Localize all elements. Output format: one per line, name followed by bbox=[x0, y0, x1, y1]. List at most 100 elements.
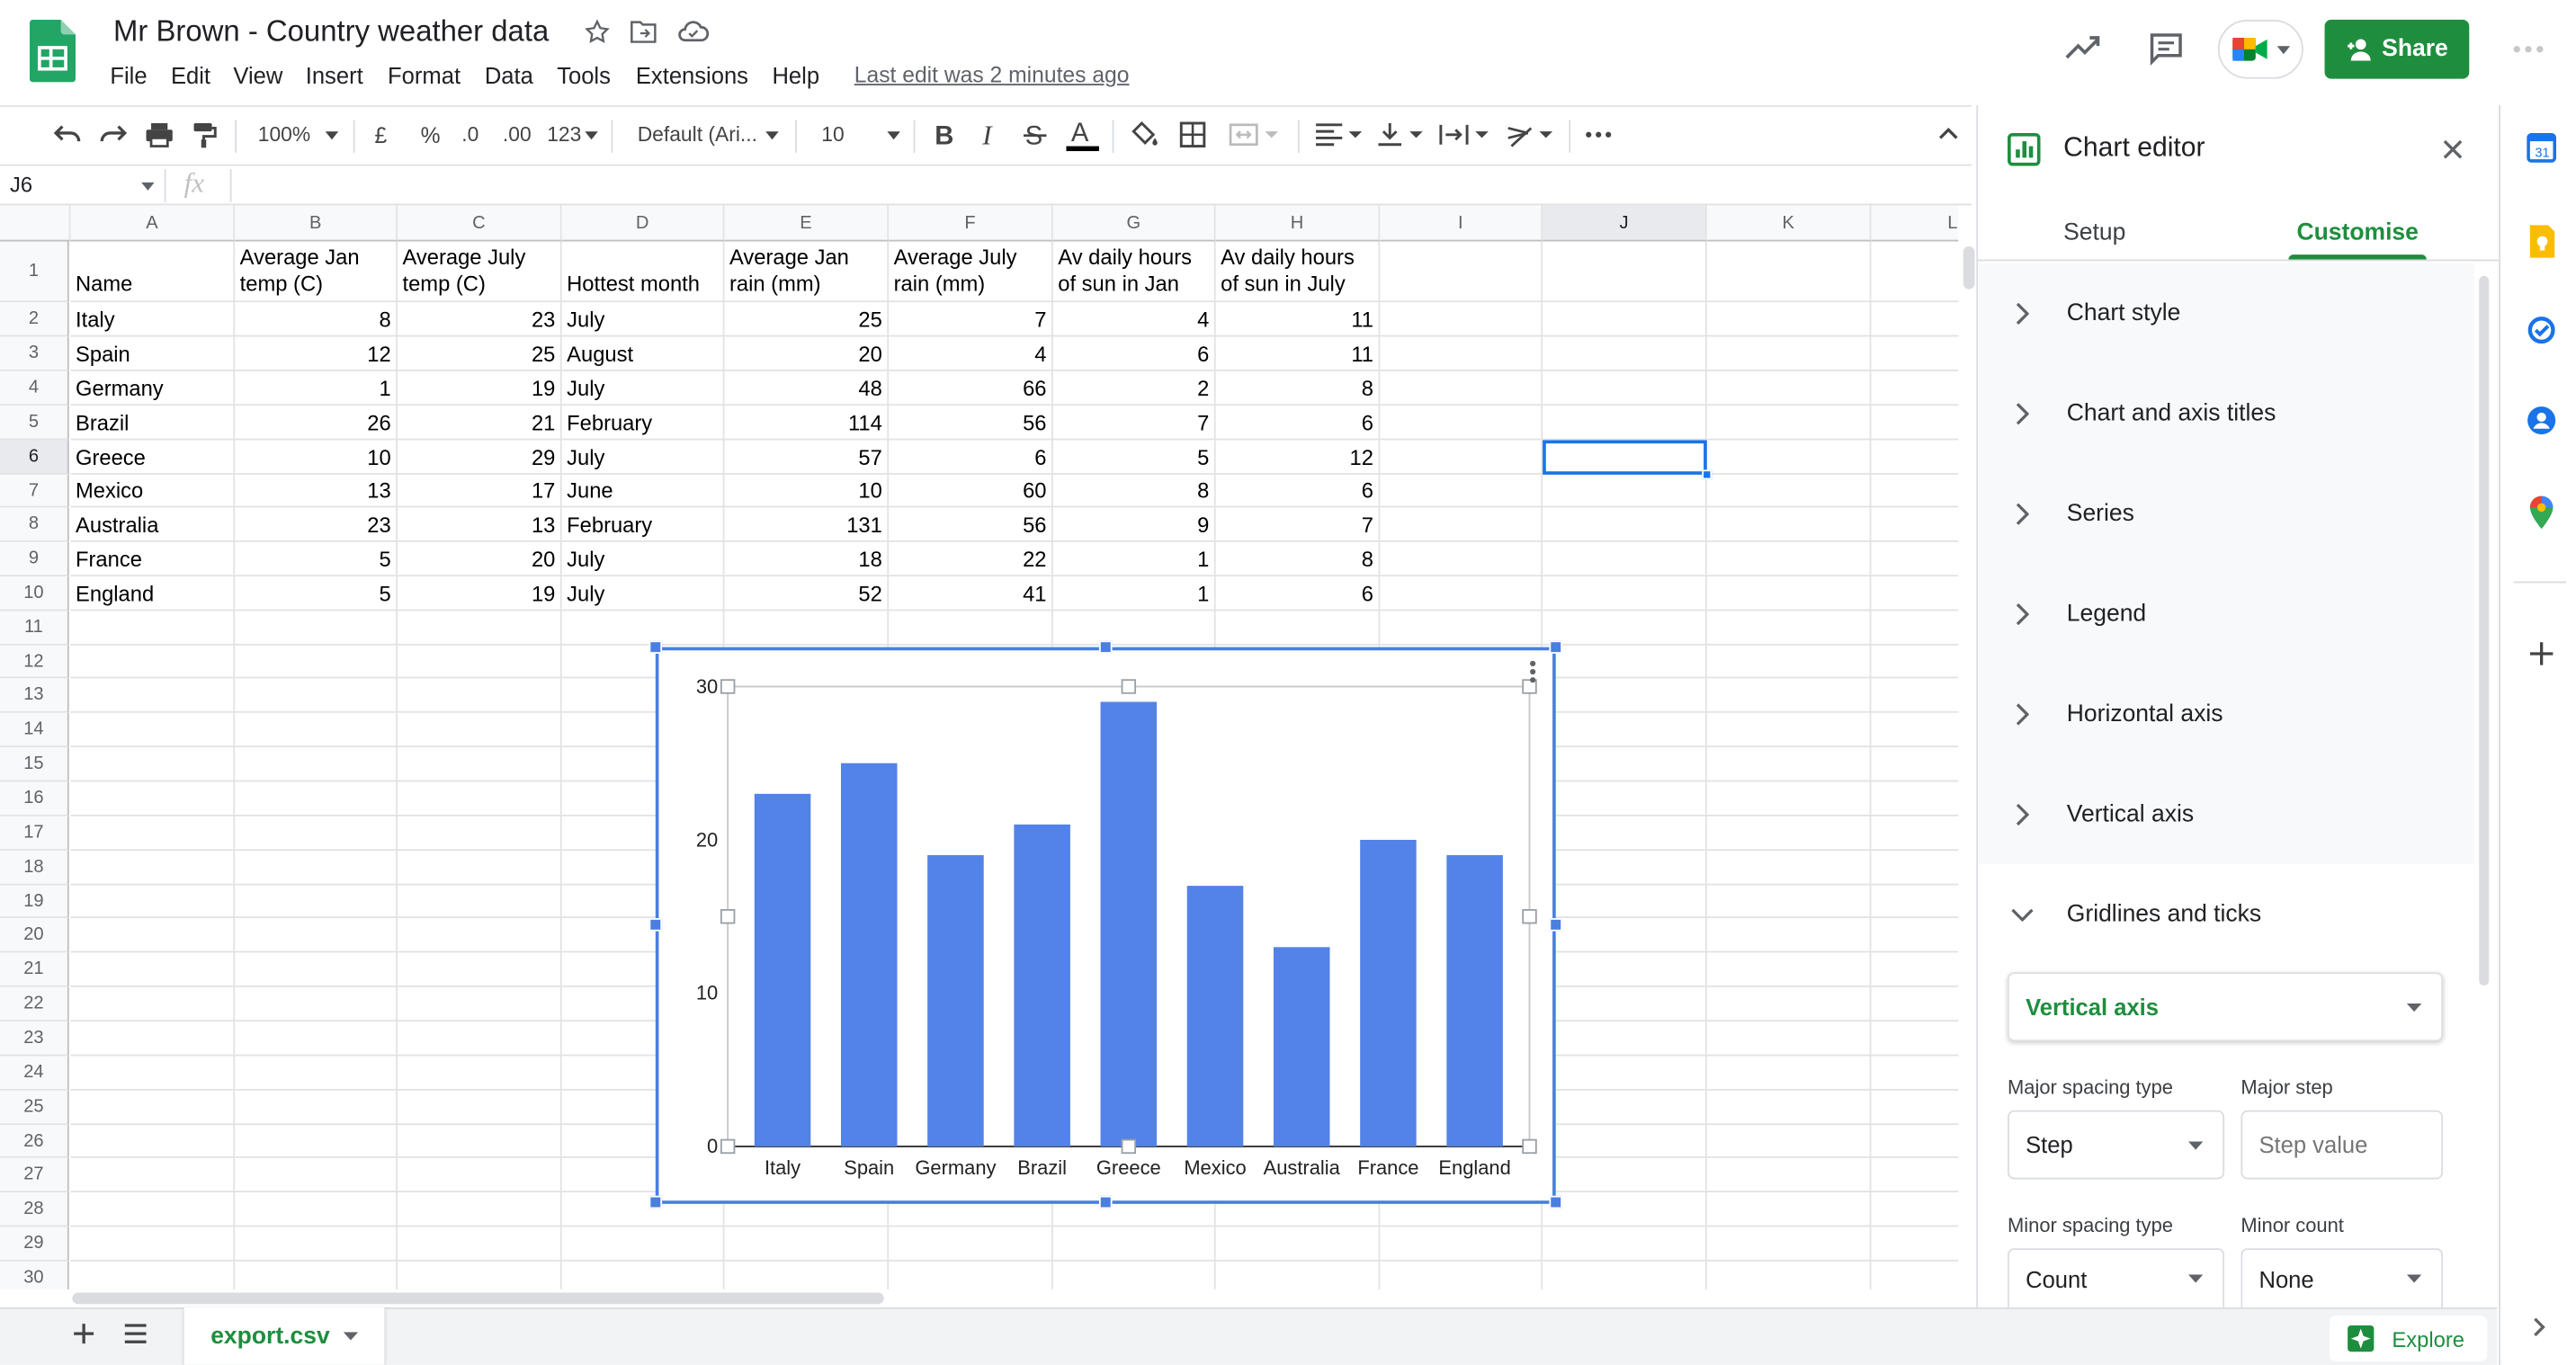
data-cell[interactable]: 66 bbox=[889, 370, 1053, 406]
empty-cell[interactable] bbox=[235, 1056, 398, 1091]
keep-icon[interactable] bbox=[2527, 225, 2556, 258]
empty-cell[interactable] bbox=[1543, 781, 1707, 816]
empty-cell[interactable] bbox=[1871, 302, 1959, 337]
data-cell[interactable]: 23 bbox=[398, 302, 562, 337]
row-header-16[interactable]: 16 bbox=[0, 781, 69, 816]
column-header-b[interactable]: B bbox=[235, 205, 398, 242]
axis-select[interactable]: Vertical axis bbox=[2008, 972, 2444, 1042]
empty-cell[interactable] bbox=[235, 1227, 398, 1262]
empty-cell[interactable] bbox=[1543, 885, 1707, 919]
empty-cell[interactable] bbox=[1380, 406, 1543, 441]
empty-cell[interactable] bbox=[1706, 302, 1872, 337]
data-cell[interactable]: 23 bbox=[235, 507, 398, 542]
header-cell[interactable]: Hottest month bbox=[561, 241, 725, 303]
editor-scroll-thumb[interactable] bbox=[2479, 275, 2490, 986]
row-header-19[interactable]: 19 bbox=[0, 885, 69, 919]
empty-cell[interactable] bbox=[1543, 816, 1707, 852]
row-header-17[interactable]: 17 bbox=[0, 816, 69, 852]
empty-cell[interactable] bbox=[235, 952, 398, 987]
row-header-13[interactable]: 13 bbox=[0, 678, 69, 713]
empty-cell[interactable] bbox=[1052, 611, 1216, 646]
empty-cell[interactable] bbox=[1543, 576, 1707, 611]
empty-cell[interactable] bbox=[1706, 645, 1872, 679]
chart-resize-handle[interactable] bbox=[648, 640, 663, 654]
data-cell[interactable]: Spain bbox=[70, 336, 236, 371]
vertical-align-icon[interactable] bbox=[1377, 121, 1427, 147]
section-gridlines-and-ticks[interactable]: Gridlines and ticks bbox=[1978, 863, 2474, 965]
activity-dashboard-icon[interactable] bbox=[2063, 30, 2103, 66]
empty-cell[interactable] bbox=[1871, 1056, 1959, 1091]
header-cell[interactable]: Average Jan rain (mm) bbox=[724, 241, 890, 303]
empty-cell[interactable] bbox=[1543, 370, 1707, 406]
data-cell[interactable]: 26 bbox=[235, 406, 398, 441]
row-header-23[interactable]: 23 bbox=[0, 1022, 69, 1057]
embedded-chart[interactable]: 0 10 20 30 Italy Spain Germany Brazil Greece Mexi… bbox=[655, 647, 1556, 1204]
section-chart-and-axis-titles[interactable]: Chart and axis titles bbox=[1978, 362, 2474, 464]
data-cell[interactable]: 7 bbox=[1215, 507, 1381, 542]
empty-cell[interactable] bbox=[1543, 406, 1707, 441]
empty-cell[interactable] bbox=[70, 1157, 236, 1193]
empty-cell[interactable] bbox=[1706, 474, 1872, 508]
data-cell[interactable]: 4 bbox=[1052, 302, 1216, 337]
empty-cell[interactable] bbox=[70, 1056, 236, 1091]
data-cell[interactable]: 22 bbox=[889, 541, 1053, 577]
horizontal-align-icon[interactable] bbox=[1314, 121, 1364, 147]
empty-cell[interactable] bbox=[235, 712, 398, 748]
add-sheet-icon[interactable] bbox=[72, 1322, 95, 1345]
empty-cell[interactable] bbox=[1380, 440, 1543, 475]
fill-color-icon[interactable] bbox=[1131, 121, 1160, 147]
row-header-5[interactable]: 5 bbox=[0, 406, 69, 441]
print-icon[interactable] bbox=[145, 121, 174, 147]
empty-cell[interactable] bbox=[1706, 781, 1872, 816]
major-spacing-type-select[interactable]: Step bbox=[2008, 1110, 2225, 1180]
data-cell[interactable]: 131 bbox=[724, 507, 890, 542]
data-cell[interactable]: 8 bbox=[235, 302, 398, 337]
empty-cell[interactable] bbox=[1706, 918, 1872, 953]
empty-cell[interactable] bbox=[70, 952, 236, 987]
tasks-icon[interactable] bbox=[2527, 316, 2556, 345]
empty-cell[interactable] bbox=[70, 645, 236, 679]
data-cell[interactable]: 17 bbox=[398, 474, 562, 508]
data-cell[interactable]: 8 bbox=[1215, 541, 1381, 577]
empty-cell[interactable] bbox=[1543, 645, 1707, 679]
maps-icon[interactable] bbox=[2528, 495, 2554, 530]
empty-cell[interactable] bbox=[1543, 747, 1707, 782]
empty-cell[interactable] bbox=[70, 885, 236, 919]
empty-cell[interactable] bbox=[1871, 371, 1959, 406]
empty-cell[interactable] bbox=[398, 678, 562, 713]
section-legend[interactable]: Legend bbox=[1978, 563, 2474, 664]
data-cell[interactable]: February bbox=[561, 406, 725, 441]
all-sheets-icon[interactable] bbox=[123, 1324, 148, 1343]
empty-cell[interactable] bbox=[561, 611, 725, 646]
fill-handle[interactable] bbox=[1702, 469, 1713, 480]
empty-cell[interactable] bbox=[1380, 507, 1543, 542]
data-cell[interactable]: July bbox=[561, 302, 725, 337]
row-header-10[interactable]: 10 bbox=[0, 576, 69, 611]
empty-cell[interactable] bbox=[561, 1227, 725, 1262]
header-cell[interactable]: Name bbox=[70, 241, 236, 303]
menu-tools[interactable]: Tools bbox=[557, 62, 611, 88]
empty-cell[interactable] bbox=[1543, 336, 1707, 371]
empty-cell[interactable] bbox=[1543, 474, 1707, 508]
chart-resize-handle[interactable] bbox=[648, 1195, 663, 1209]
row-header-21[interactable]: 21 bbox=[0, 952, 69, 987]
cloud-saved-icon[interactable] bbox=[677, 18, 711, 46]
share-button[interactable]: Share bbox=[2324, 19, 2470, 79]
data-cell[interactable]: 1 bbox=[235, 370, 398, 406]
header-cell[interactable]: Av daily hours of sun in July bbox=[1215, 241, 1381, 303]
data-cell[interactable]: 114 bbox=[724, 406, 890, 441]
empty-cell[interactable] bbox=[1871, 952, 1959, 987]
data-cell[interactable]: 6 bbox=[1215, 576, 1381, 611]
data-cell[interactable]: Italy bbox=[70, 302, 236, 337]
empty-cell[interactable] bbox=[1871, 816, 1959, 852]
row-header-14[interactable]: 14 bbox=[0, 712, 69, 748]
empty-cell[interactable] bbox=[1871, 1125, 1959, 1158]
empty-cell[interactable] bbox=[398, 851, 562, 886]
data-cell[interactable]: 7 bbox=[1052, 406, 1216, 441]
empty-cell[interactable] bbox=[889, 1261, 1053, 1289]
menu-extensions[interactable]: Extensions bbox=[636, 62, 748, 88]
text-rotation-icon[interactable] bbox=[1505, 121, 1554, 147]
empty-cell[interactable] bbox=[235, 747, 398, 782]
data-cell[interactable]: England bbox=[70, 576, 236, 611]
empty-cell[interactable] bbox=[1543, 851, 1707, 886]
